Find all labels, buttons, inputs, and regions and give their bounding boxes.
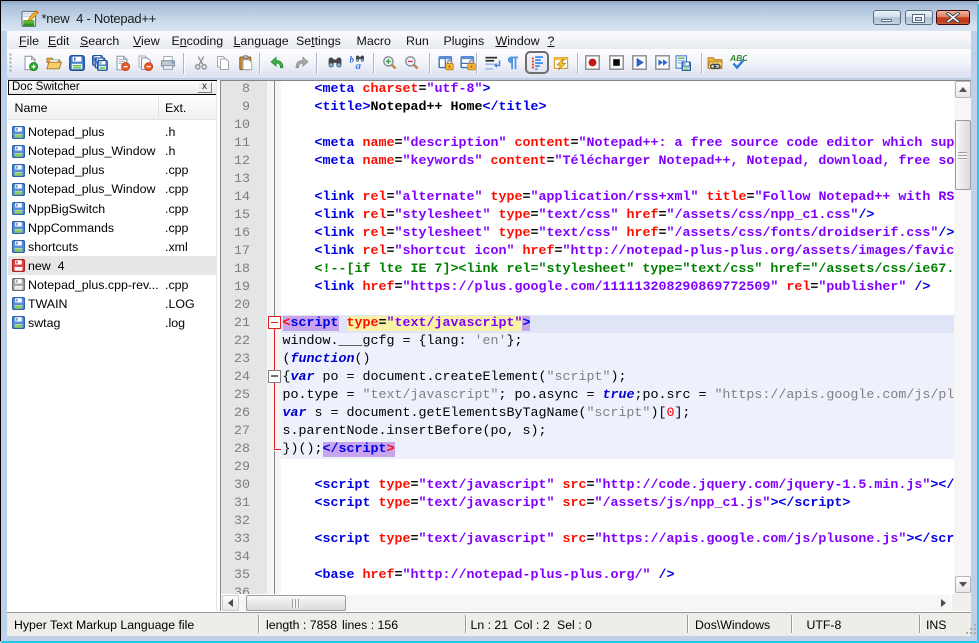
svg-text:ABC: ABC: [730, 54, 747, 63]
svg-text:a: a: [356, 60, 362, 71]
svg-text:b: b: [350, 55, 355, 65]
